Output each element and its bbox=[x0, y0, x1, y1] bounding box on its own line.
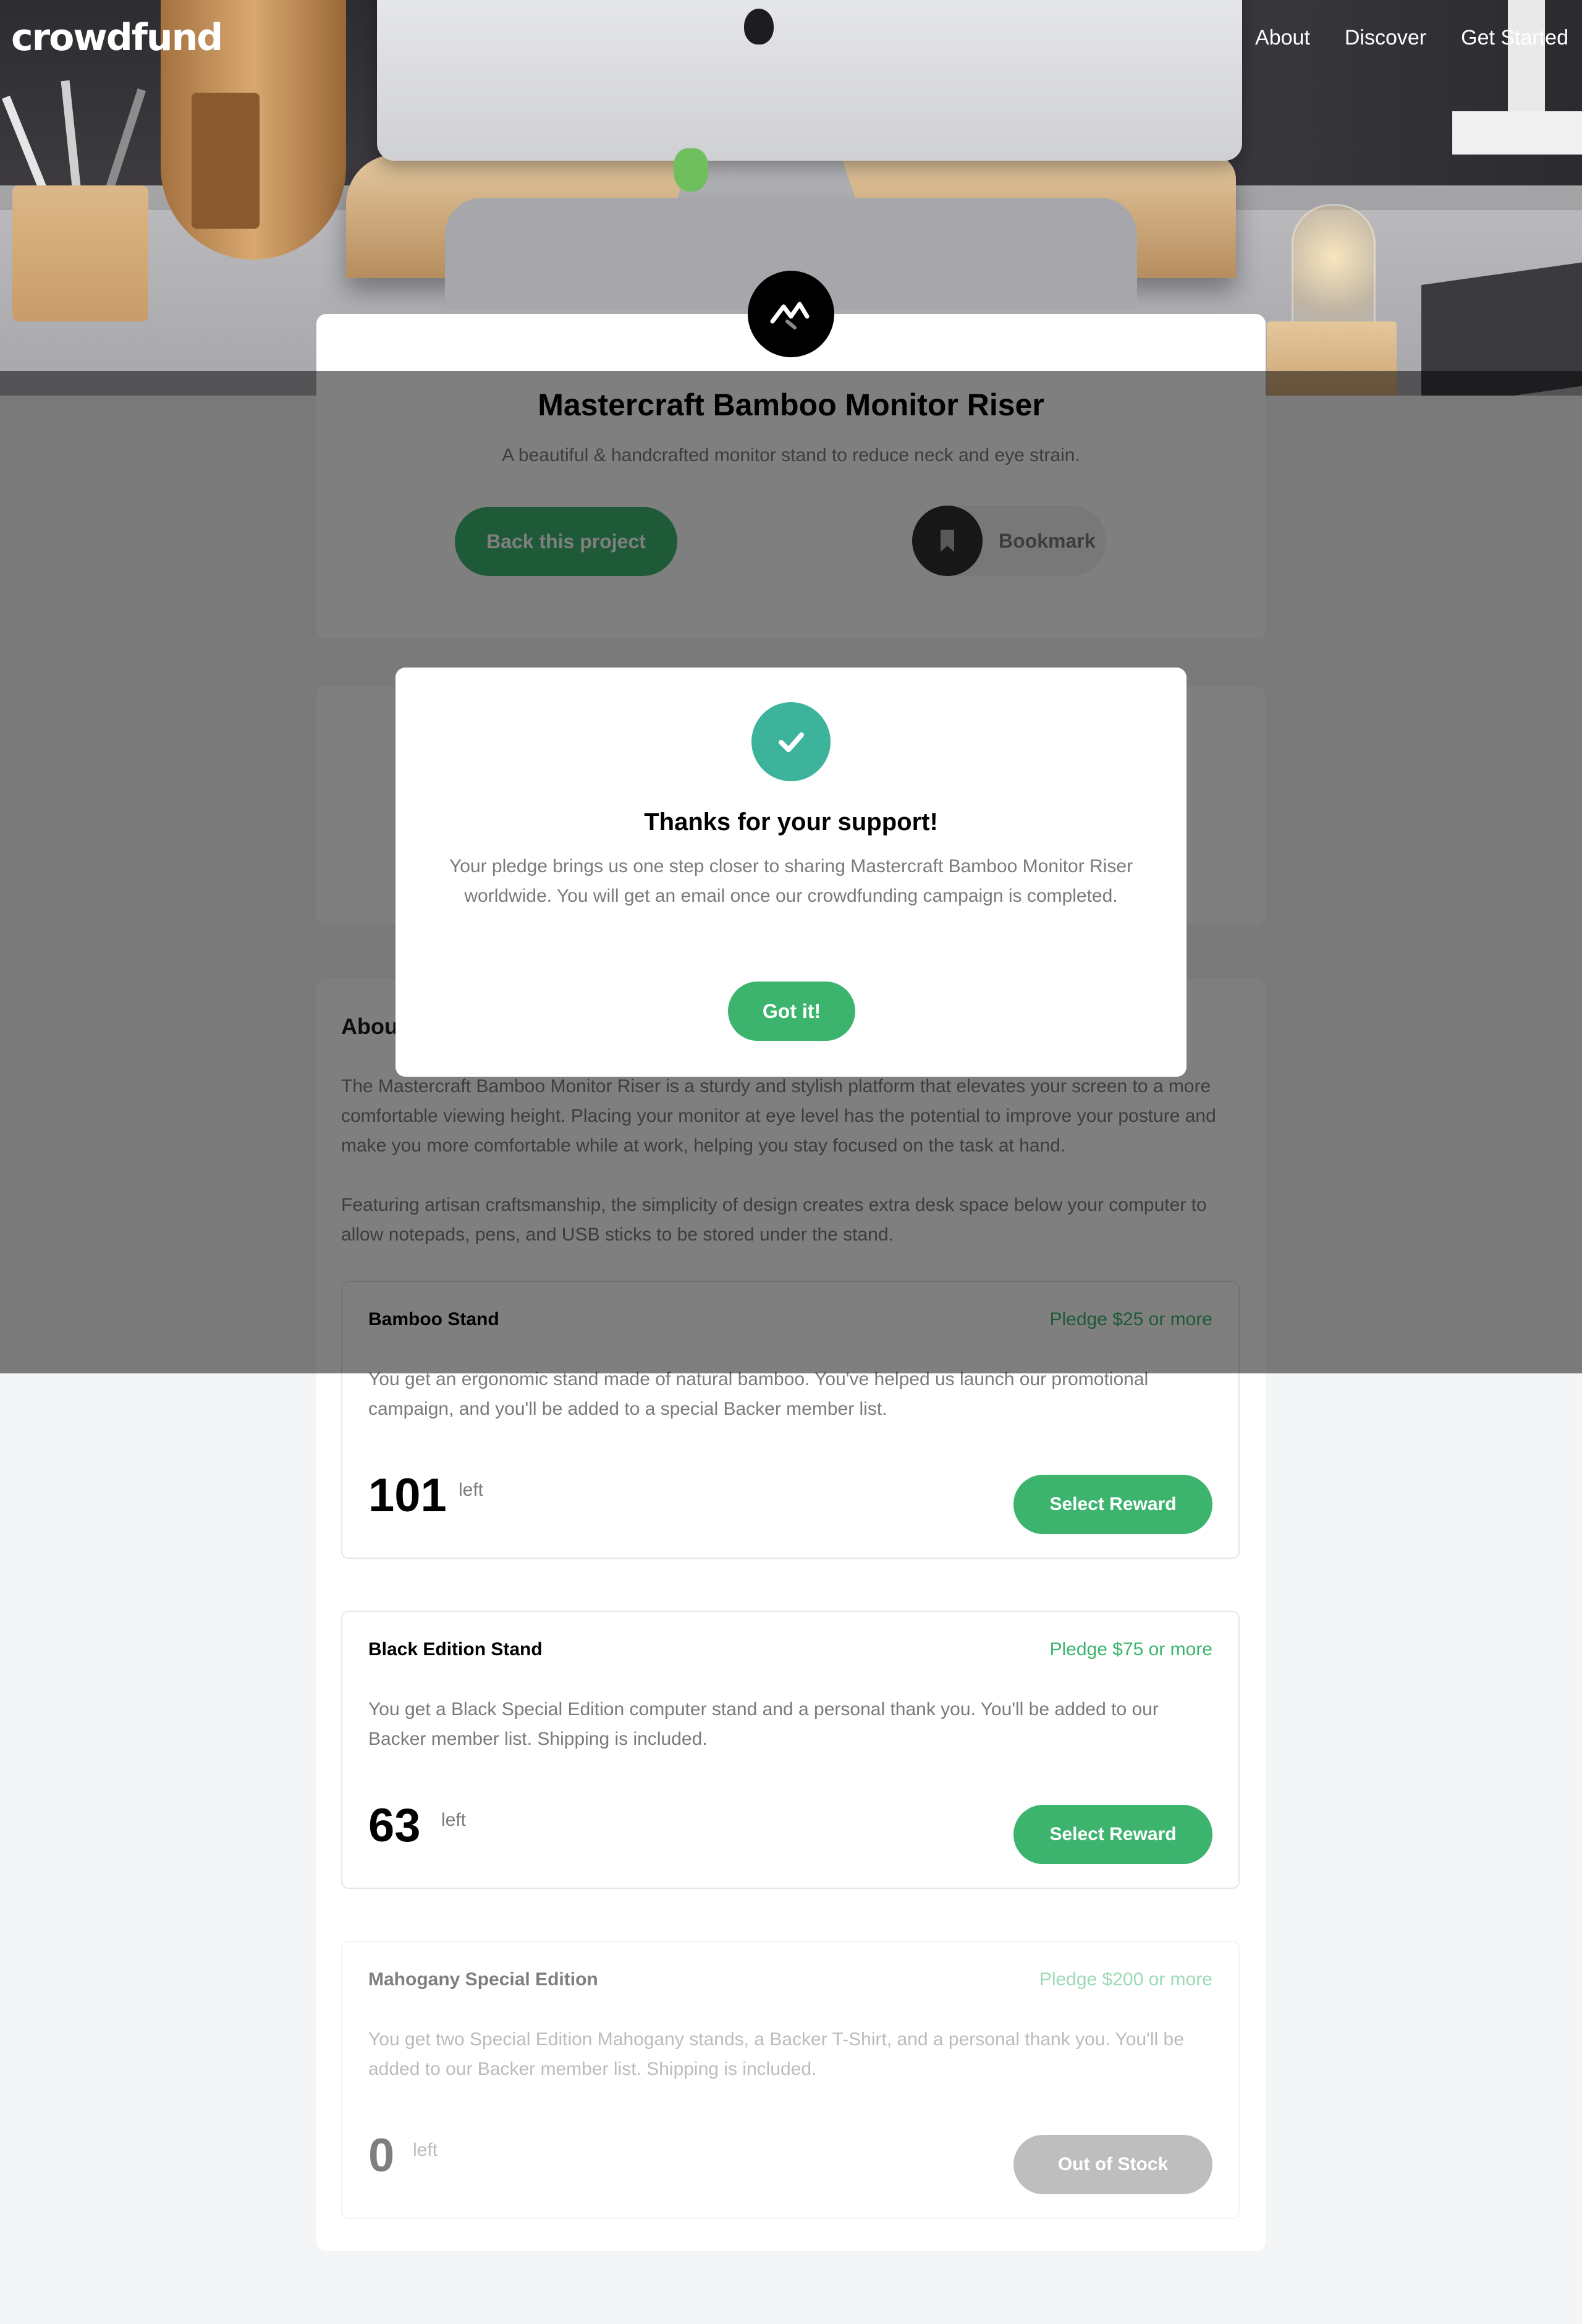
reward-pledge: Pledge $200 or more bbox=[1039, 1969, 1212, 1990]
hero-shelf-leg bbox=[1508, 0, 1545, 124]
reward-left-label: left bbox=[441, 1810, 467, 1830]
nav-discover[interactable]: Discover bbox=[1345, 26, 1426, 50]
select-reward-button[interactable]: Select Reward bbox=[1013, 1475, 1212, 1534]
top-nav: About Discover Get Started bbox=[1255, 26, 1568, 50]
reward-description: You get two Special Edition Mahogany sta… bbox=[368, 2029, 1184, 2079]
reward-description: You get a Black Special Edition computer… bbox=[368, 1699, 1159, 1749]
hero-lamp-bulb bbox=[1292, 204, 1376, 337]
reward-card-black: Black Edition Stand Pledge $75 or more Y… bbox=[341, 1611, 1240, 1889]
got-it-button[interactable]: Got it! bbox=[728, 982, 855, 1041]
nav-about[interactable]: About bbox=[1255, 26, 1310, 50]
site-logo[interactable]: crowdfund bbox=[11, 16, 223, 59]
out-of-stock-button: Out of Stock bbox=[1013, 2135, 1212, 2194]
reward-description: You get an ergonomic stand made of natur… bbox=[368, 1369, 1149, 1419]
modal-text: Your pledge brings us one step closer to… bbox=[449, 856, 1133, 906]
reward-pledge: Pledge $75 or more bbox=[1049, 1639, 1213, 1660]
hero-shelf bbox=[1452, 111, 1582, 155]
select-reward-button[interactable]: Select Reward bbox=[1013, 1805, 1212, 1864]
hero-speaker-grill bbox=[192, 93, 260, 229]
reward-left-count: 0 bbox=[368, 2129, 395, 2182]
brand-logo-icon bbox=[748, 271, 834, 357]
reward-left-label: left bbox=[459, 1480, 484, 1500]
hero-pencup bbox=[12, 185, 148, 321]
reward-left-count: 101 bbox=[368, 1469, 447, 1522]
reward-name: Black Edition Stand bbox=[368, 1639, 543, 1660]
success-modal: Thanks for your support! Your pledge bri… bbox=[396, 668, 1186, 1077]
modal-title: Thanks for your support! bbox=[644, 808, 938, 836]
reward-left-count: 63 bbox=[368, 1799, 421, 1852]
hero-monitor bbox=[377, 0, 1242, 161]
nav-get-started[interactable]: Get Started bbox=[1461, 26, 1568, 50]
reward-left-label: left bbox=[413, 2140, 438, 2160]
reward-card-mahogany: Mahogany Special Edition Pledge $200 or … bbox=[341, 1941, 1240, 2219]
check-icon bbox=[751, 702, 831, 781]
hero-figurine bbox=[674, 148, 708, 192]
reward-name: Mahogany Special Edition bbox=[368, 1969, 598, 1990]
hero-apple-logo bbox=[744, 9, 774, 45]
